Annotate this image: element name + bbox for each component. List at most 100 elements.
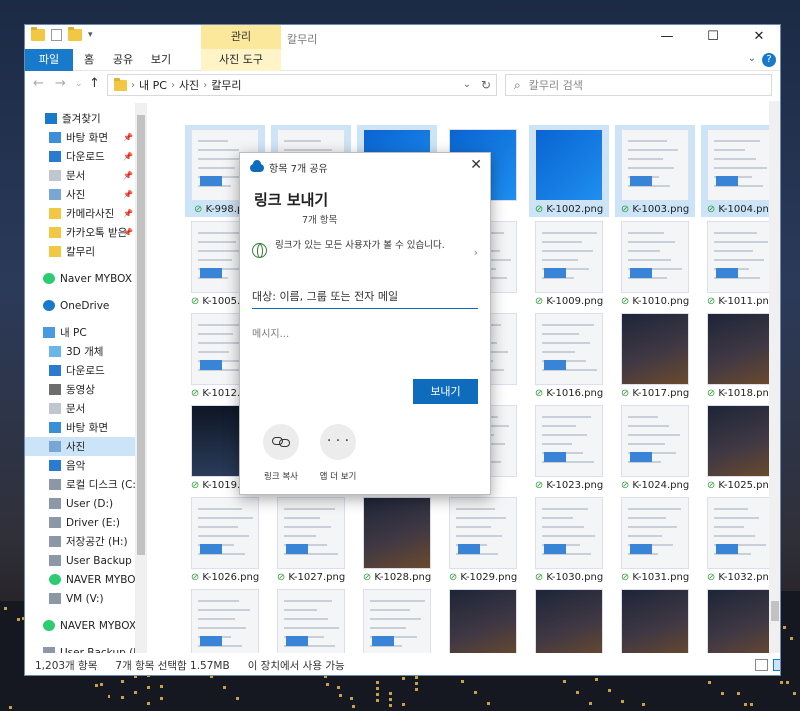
context-tab-manage[interactable]: 관리 — [201, 25, 281, 49]
breadcrumb-separator-icon[interactable]: › — [131, 80, 135, 91]
file-tile[interactable]: ⊘ K-1036.png — [443, 585, 523, 653]
sidebar-item[interactable]: User (D:) — [25, 494, 147, 513]
file-tile[interactable]: ⊘ K-1004.png — [701, 125, 769, 217]
help-icon[interactable]: ? — [762, 53, 776, 67]
tab-file[interactable]: 파일 — [25, 49, 73, 71]
tab-home[interactable]: 홈 — [75, 49, 103, 71]
sidebar-item[interactable]: 바탕 화면 — [25, 418, 147, 437]
file-tile[interactable]: ⊘ K-1033.png — [185, 585, 265, 653]
file-tile[interactable]: ⊘ K-1003.png — [615, 125, 695, 217]
sidebar-item[interactable]: User Backup (I:) — [25, 551, 147, 570]
file-tile[interactable]: ⊘ K-1030.png — [529, 493, 609, 585]
file-tile[interactable]: ⊘ K-1016.png — [529, 309, 609, 401]
video-icon — [49, 384, 61, 395]
more-apps-option[interactable]: · · · 앱 더 보기 — [308, 424, 368, 482]
file-tile[interactable]: ⊘ K-1023.png — [529, 401, 609, 493]
sidebar-item[interactable]: VM (V:) — [25, 589, 147, 608]
sidebar-item[interactable]: 카메라사진 📌 — [25, 204, 147, 223]
file-tile[interactable]: ⊘ K-1035.png — [357, 585, 437, 653]
sidebar-item[interactable]: 저장공간 (H:) — [25, 532, 147, 551]
nav-scrollbar-thumb[interactable] — [137, 115, 145, 555]
recent-chevron-icon[interactable]: ⌄ — [75, 79, 83, 89]
sidebar-item[interactable]: 음악 — [25, 456, 147, 475]
sidebar-item[interactable]: 다운로드 📌 — [25, 147, 147, 166]
address-dropdown-icon[interactable]: ⌄ — [458, 74, 476, 96]
tab-share[interactable]: 공유 — [107, 49, 139, 71]
folder-icon — [49, 208, 61, 219]
close-icon[interactable]: ✕ — [470, 157, 482, 173]
recipient-input[interactable]: 대상: 이름, 그룹 또는 전자 메일 — [252, 287, 478, 309]
file-tile[interactable]: ⊘ K-1039.png — [701, 585, 769, 653]
breadcrumb-my-pc[interactable]: 내 PC — [139, 77, 167, 93]
sidebar-item[interactable]: Driver (E:) — [25, 513, 147, 532]
address-bar[interactable]: › 내 PC › 사진 › 칼무리 — [107, 74, 497, 96]
file-tile[interactable]: ⊘ K-1026.png — [185, 493, 265, 585]
file-tile[interactable]: ⊘ K-1011.png — [701, 217, 769, 309]
close-button[interactable]: ✕ — [736, 25, 780, 49]
sidebar-item[interactable]: 내 PC — [25, 323, 147, 342]
maximize-button[interactable]: ☐ — [690, 25, 736, 49]
file-tile[interactable]: ⊘ K-1027.png — [271, 493, 351, 585]
chevron-down-icon[interactable]: ⌄ — [748, 53, 756, 64]
sidebar-item[interactable]: NAVER MYBOX ( — [25, 616, 147, 635]
customize-toolbar-icon[interactable]: ▾ — [88, 30, 93, 40]
refresh-icon[interactable]: ↻ — [475, 74, 497, 96]
sidebar-item[interactable]: 사진 📌 — [25, 185, 147, 204]
send-button[interactable]: 보내기 — [413, 379, 478, 404]
file-tile[interactable]: ⊘ K-1029.png — [443, 493, 523, 585]
link-permission-setting[interactable]: 링크가 있는 모든 사용자가 볼 수 있습니다. › — [252, 239, 480, 269]
file-tile[interactable]: ⊘ K-1032.png — [701, 493, 769, 585]
forward-arrow-icon[interactable]: → — [55, 76, 66, 91]
details-view-icon[interactable] — [755, 659, 768, 671]
file-tile[interactable]: ⊘ K-1024.png — [615, 401, 695, 493]
file-tile[interactable]: ⊘ K-1018.png — [701, 309, 769, 401]
sidebar-item[interactable]: 문서 📌 — [25, 166, 147, 185]
breadcrumb-separator-icon[interactable]: › — [203, 80, 207, 91]
content-scrollbar-thumb[interactable] — [771, 601, 779, 621]
breadcrumb-current-folder[interactable]: 칼무리 — [211, 77, 241, 93]
sidebar-item[interactable]: 3D 개체 — [25, 342, 147, 361]
sidebar-item[interactable]: 칼무리 — [25, 242, 147, 261]
sidebar-item[interactable]: 바탕 화면 📌 — [25, 128, 147, 147]
properties-icon[interactable] — [51, 29, 62, 41]
sidebar-item[interactable]: User Backup (I:) — [25, 643, 147, 653]
breadcrumb-pictures[interactable]: 사진 — [179, 77, 199, 93]
sidebar-item[interactable]: 즐겨찾기 — [25, 109, 147, 128]
sidebar-item[interactable]: 로컬 디스크 (C:) — [25, 475, 147, 494]
tab-picture-tools[interactable]: 사진 도구 — [201, 49, 281, 71]
file-tile[interactable]: ⊘ K-1025.png — [701, 401, 769, 493]
copy-link-option[interactable]: 링크 복사 — [251, 424, 311, 482]
up-arrow-icon[interactable]: ↑ — [89, 76, 100, 91]
file-tile[interactable]: ⊘ K-1037.png — [529, 585, 609, 653]
sidebar-item[interactable]: 다운로드 — [25, 361, 147, 380]
minimize-button[interactable]: — — [644, 25, 690, 49]
breadcrumb-separator-icon[interactable]: › — [171, 80, 175, 91]
copy-link-button[interactable] — [263, 424, 299, 460]
new-folder-icon[interactable] — [68, 27, 82, 41]
message-input[interactable]: 메시지... — [252, 325, 289, 340]
file-tile[interactable]: ⊘ K-1010.png — [615, 217, 695, 309]
sidebar-item[interactable]: OneDrive — [25, 296, 147, 315]
file-tile[interactable]: ⊘ K-1031.png — [615, 493, 695, 585]
file-tile[interactable]: ⊘ K-1034.png — [271, 585, 351, 653]
back-arrow-icon[interactable]: ← — [33, 76, 44, 91]
sidebar-item[interactable]: 사진 — [25, 437, 147, 456]
sidebar-item[interactable]: Naver MYBOX — [25, 269, 147, 288]
sidebar-item[interactable]: 문서 — [25, 399, 147, 418]
search-input[interactable]: ⌕ 칼무리 검색 — [505, 74, 772, 96]
file-tile[interactable]: ⊘ K-1028.png — [357, 493, 437, 585]
sidebar-item[interactable]: 카카오톡 받은 📌 — [25, 223, 147, 242]
large-icons-view-icon[interactable] — [773, 659, 780, 671]
content-scrollbar[interactable] — [769, 101, 780, 653]
file-tile[interactable]: ⊘ K-1038.png — [615, 585, 695, 653]
file-tile[interactable]: ⊘ K-1017.png — [615, 309, 695, 401]
file-tile[interactable]: ⊘ K-1009.png — [529, 217, 609, 309]
tab-view[interactable]: 보기 — [145, 49, 177, 71]
thumbnail-text-line — [628, 149, 678, 151]
nav-scrollbar[interactable] — [135, 103, 147, 653]
file-tile[interactable]: ⊘ K-1002.png — [529, 125, 609, 217]
more-apps-button[interactable]: · · · — [320, 424, 356, 460]
sidebar-item[interactable]: NAVER MYBOX — [25, 570, 147, 589]
thumbnail-text-line — [370, 600, 425, 602]
sidebar-item[interactable]: 동영상 — [25, 380, 147, 399]
